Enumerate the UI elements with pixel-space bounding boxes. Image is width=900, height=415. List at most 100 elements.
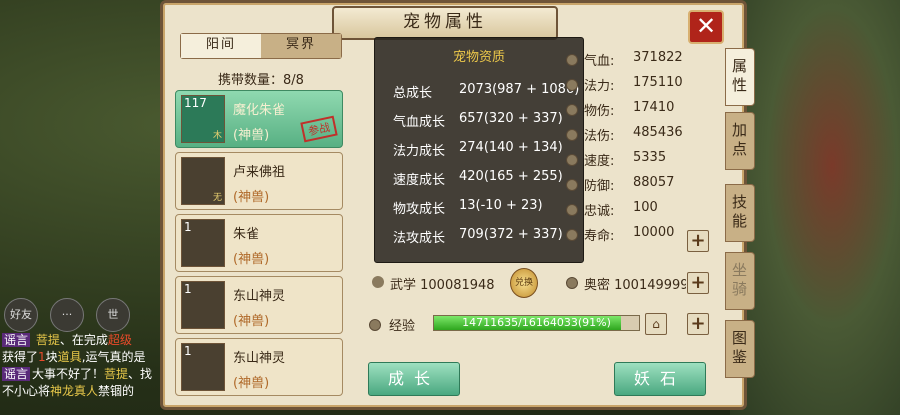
carry-count: 携带数量：8/8 xyxy=(218,73,304,88)
aptitude-row: 气血成长 657(320 + 337) xyxy=(393,111,563,130)
friends-icon[interactable]: 好友 xyxy=(4,298,38,332)
chat-text: 不小心将 xyxy=(2,384,51,398)
battle-stamp: 参战 xyxy=(300,115,338,143)
stat-label: 忠诚: xyxy=(584,204,615,219)
stat-label: 寿命: xyxy=(584,229,615,244)
exchange-icon[interactable]: 兑换 xyxy=(510,268,538,298)
stat-icon xyxy=(566,179,578,191)
pet-list-item[interactable]: 无 卢来佛祖 (神兽) xyxy=(175,152,343,210)
tab-codex[interactable]: 图鉴 xyxy=(725,320,755,378)
pet-avatar: 无 xyxy=(181,157,225,205)
stat-row: 忠诚: 100 xyxy=(566,200,726,220)
tab-mingjie[interactable]: 冥界 xyxy=(261,34,341,58)
stat-label: 气血: xyxy=(584,54,615,69)
grow-button[interactable]: 成长 xyxy=(368,362,460,396)
pet-list-item[interactable]: 117 木 魔化朱雀 (神兽) 参战 xyxy=(175,90,343,148)
aptitude-row: 总成长 2073(987 + 1086) xyxy=(393,82,579,101)
stat-value: 175110 xyxy=(633,75,683,90)
aptitude-value: 274(140 + 134) xyxy=(459,140,563,155)
pet-type: (神兽) xyxy=(233,190,270,205)
stat-icon xyxy=(566,154,578,166)
stat-icon xyxy=(566,229,578,241)
stat-value: 88057 xyxy=(633,175,675,190)
tab-mount[interactable]: 坐骑 xyxy=(725,252,755,310)
mystery-plus-button[interactable]: + xyxy=(687,272,709,294)
aptitude-row: 法力成长 274(140 + 134) xyxy=(393,140,563,159)
pet-list-item[interactable]: 1 朱雀 (神兽) xyxy=(175,214,343,272)
chat-line: 谣言 菩提、在完成超级 xyxy=(2,332,162,349)
lifespan-plus-button[interactable]: + xyxy=(687,230,709,252)
pet-name: 朱雀 xyxy=(233,227,260,242)
tab-skills[interactable]: 技能 xyxy=(725,184,755,242)
aptitude-row: 速度成长 420(165 + 255) xyxy=(393,169,563,188)
stat-icon xyxy=(566,54,578,66)
pet-element: 木 xyxy=(212,131,222,141)
stat-value: 10000 xyxy=(633,225,675,240)
aptitude-label: 总成长 xyxy=(393,86,433,101)
pet-type: (神兽) xyxy=(233,376,270,391)
exp-plus-button[interactable]: + xyxy=(687,313,709,335)
pet-avatar: 1 xyxy=(181,343,225,391)
chat-text: 神龙真人 xyxy=(50,384,99,398)
tab-add-points[interactable]: 加点 xyxy=(725,112,755,170)
stat-label: 物伤: xyxy=(584,104,615,119)
stat-value: 100 xyxy=(633,200,658,215)
lock-icon[interactable]: ⌂ xyxy=(645,313,667,335)
pet-type: (神兽) xyxy=(233,314,270,329)
aptitude-title: 宠物资质 xyxy=(452,50,505,65)
aptitude-row: 物攻成长 13(-10 + 23) xyxy=(393,198,543,217)
pet-avatar: 1 xyxy=(181,281,225,329)
wuxue-icon xyxy=(372,276,384,288)
chat-bubble-icon[interactable]: ··· xyxy=(50,298,84,332)
stat-icon xyxy=(566,79,578,91)
pet-list-item[interactable]: 1 东山神灵 (神兽) xyxy=(175,338,343,396)
aptitude-row: 法攻成长 709(372 + 337) xyxy=(393,227,563,246)
stat-value: 371822 xyxy=(633,50,683,65)
pet-avatar: 1 xyxy=(181,219,225,267)
window-title: 宠物属性 xyxy=(332,6,558,40)
stat-label: 法力: xyxy=(584,79,615,94)
chat-text: 大事不好了！ xyxy=(32,367,105,381)
stat-row: 气血: 371822 xyxy=(566,50,726,70)
demon-stone-button[interactable]: 妖石 xyxy=(614,362,706,396)
pet-element: 无 xyxy=(212,193,222,203)
chat-line: 谣言 大事不好了！菩提、找 xyxy=(2,366,162,383)
tab-attributes[interactable]: 属性 xyxy=(725,48,755,106)
pet-level: 1 xyxy=(184,282,192,296)
stat-icon xyxy=(566,129,578,141)
chat-text: 获得了 xyxy=(2,350,39,364)
chat-text: 、在完成 xyxy=(59,333,108,347)
pet-level: 117 xyxy=(184,96,207,110)
tab-yangjian[interactable]: 阳间 xyxy=(181,34,261,58)
aptitude-value: 657(320 + 337) xyxy=(459,111,563,126)
pet-list: 117 木魔化朱雀 (神兽) 参战无卢来佛祖 (神兽) 1 朱雀 (神兽) 1 东山神灵 (神兽) 1… xyxy=(175,90,345,400)
voice-world-icon[interactable]: 世 xyxy=(96,298,130,332)
stat-value: 5335 xyxy=(633,150,667,165)
stat-label: 速度: xyxy=(584,154,615,169)
pet-list-item[interactable]: 1 东山神灵 (神兽) xyxy=(175,276,343,334)
stat-icon xyxy=(566,204,578,216)
chat-log: 谣言 菩提、在完成超级 获得了1块道具,运气真的是 谣言 大事不好了！菩提、找 不小心将… xyxy=(2,332,162,412)
stat-value: 17410 xyxy=(633,100,675,115)
chat-channel-tag: 谣言 xyxy=(2,333,31,347)
stat-row: 物伤: 17410 xyxy=(566,100,726,120)
chat-text: 菩提 xyxy=(32,333,60,347)
pet-name: 东山神灵 xyxy=(233,351,286,366)
mystery-icon xyxy=(566,277,578,289)
pet-type: (神兽) xyxy=(233,252,270,267)
pet-type: (神兽) xyxy=(233,128,270,143)
close-button[interactable]: ✕ xyxy=(688,10,724,44)
chat-line: 获得了1块道具,运气真的是 xyxy=(2,349,162,366)
pet-name: 魔化朱雀 xyxy=(233,103,286,118)
stat-label: 防御: xyxy=(584,179,615,194)
aptitude-value: 13(-10 + 23) xyxy=(459,198,543,213)
chat-channel-tag: 谣言 xyxy=(2,367,31,381)
chat-text: 道具 xyxy=(57,350,82,364)
pet-avatar: 117 木 xyxy=(181,95,225,143)
stat-row: 法力: 175110 xyxy=(566,75,726,95)
chat-hud-icons: 好友 ··· 世 xyxy=(0,296,160,332)
chat-text: 、找 xyxy=(128,367,153,381)
chat-text: ,运气真的是 xyxy=(81,350,146,364)
pet-name: 东山神灵 xyxy=(233,289,286,304)
chat-line: 不小心将神龙真人禁锢的 xyxy=(2,383,162,400)
